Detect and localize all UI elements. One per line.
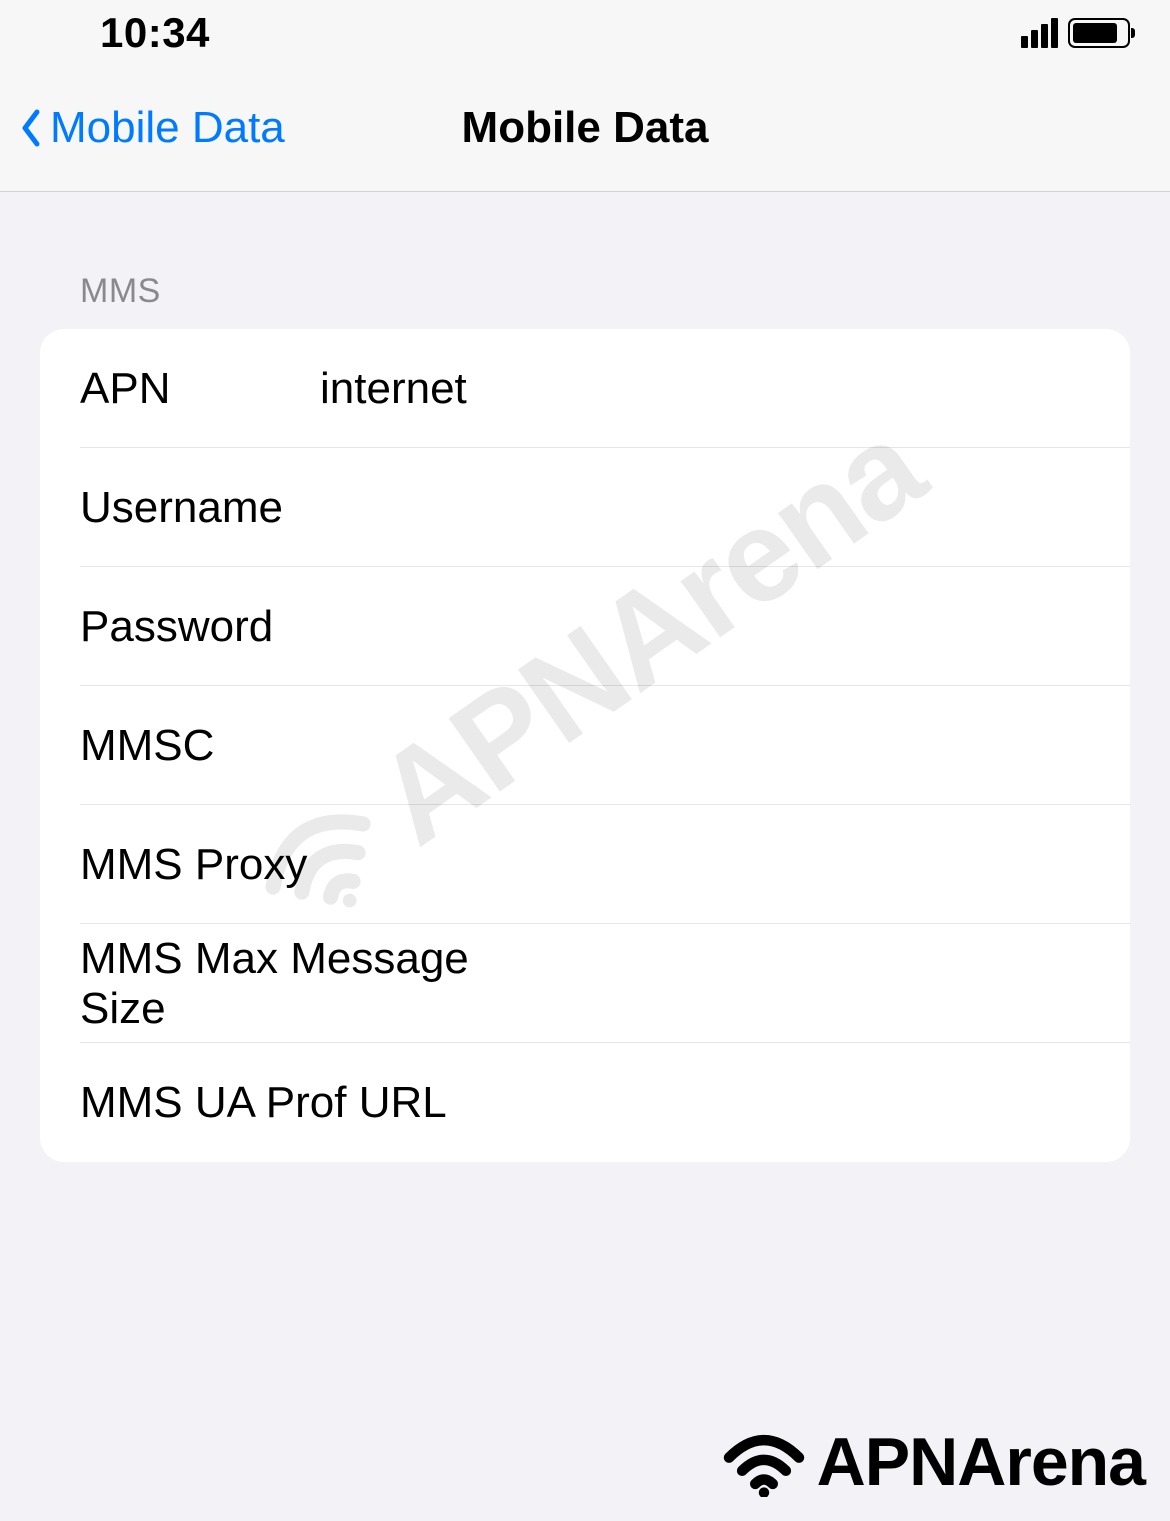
mms-proxy-label: MMS Proxy [80,840,307,890]
status-bar: 10:34 [0,0,1170,65]
status-indicators [1021,18,1130,48]
mmsc-label: MMSC [80,721,320,771]
password-row[interactable]: Password [40,567,1130,686]
cellular-signal-icon [1021,18,1058,48]
mmsc-row[interactable]: MMSC [40,686,1130,805]
password-input[interactable] [320,602,1090,652]
mms-max-size-row[interactable]: MMS Max Message Size [40,924,1130,1043]
password-label: Password [80,602,320,652]
mms-max-size-input[interactable] [515,959,1090,1009]
mms-settings-group: APN Username Password MMSC MMS Proxy MMS… [40,329,1130,1162]
username-input[interactable] [320,483,1090,533]
logo-text: APNArena [817,1423,1145,1501]
apn-input[interactable] [320,364,1090,414]
username-label: Username [80,483,320,533]
mms-max-size-label: MMS Max Message Size [80,934,475,1034]
back-button[interactable]: Mobile Data [20,103,285,153]
back-button-label: Mobile Data [50,103,285,153]
mms-ua-prof-url-input[interactable] [487,1078,1090,1128]
apnarena-logo: APNArena [719,1423,1145,1501]
navigation-bar: Mobile Data Mobile Data [0,65,1170,192]
mms-proxy-input[interactable] [347,840,1090,890]
content-area: APNArena MMS APN Username Password MMSC … [0,192,1170,1162]
wifi-icon [719,1427,809,1497]
mms-ua-prof-url-label: MMS UA Prof URL [80,1078,447,1128]
chevron-left-icon [20,109,42,147]
apn-row[interactable]: APN [40,329,1130,448]
apn-label: APN [80,364,320,414]
section-header-mms: MMS [40,192,1130,329]
battery-icon [1068,18,1130,48]
mms-proxy-row[interactable]: MMS Proxy [40,805,1130,924]
mmsc-input[interactable] [320,721,1090,771]
page-title: Mobile Data [462,103,709,153]
username-row[interactable]: Username [40,448,1130,567]
status-time: 10:34 [100,9,210,57]
mms-ua-prof-url-row[interactable]: MMS UA Prof URL [40,1043,1130,1162]
